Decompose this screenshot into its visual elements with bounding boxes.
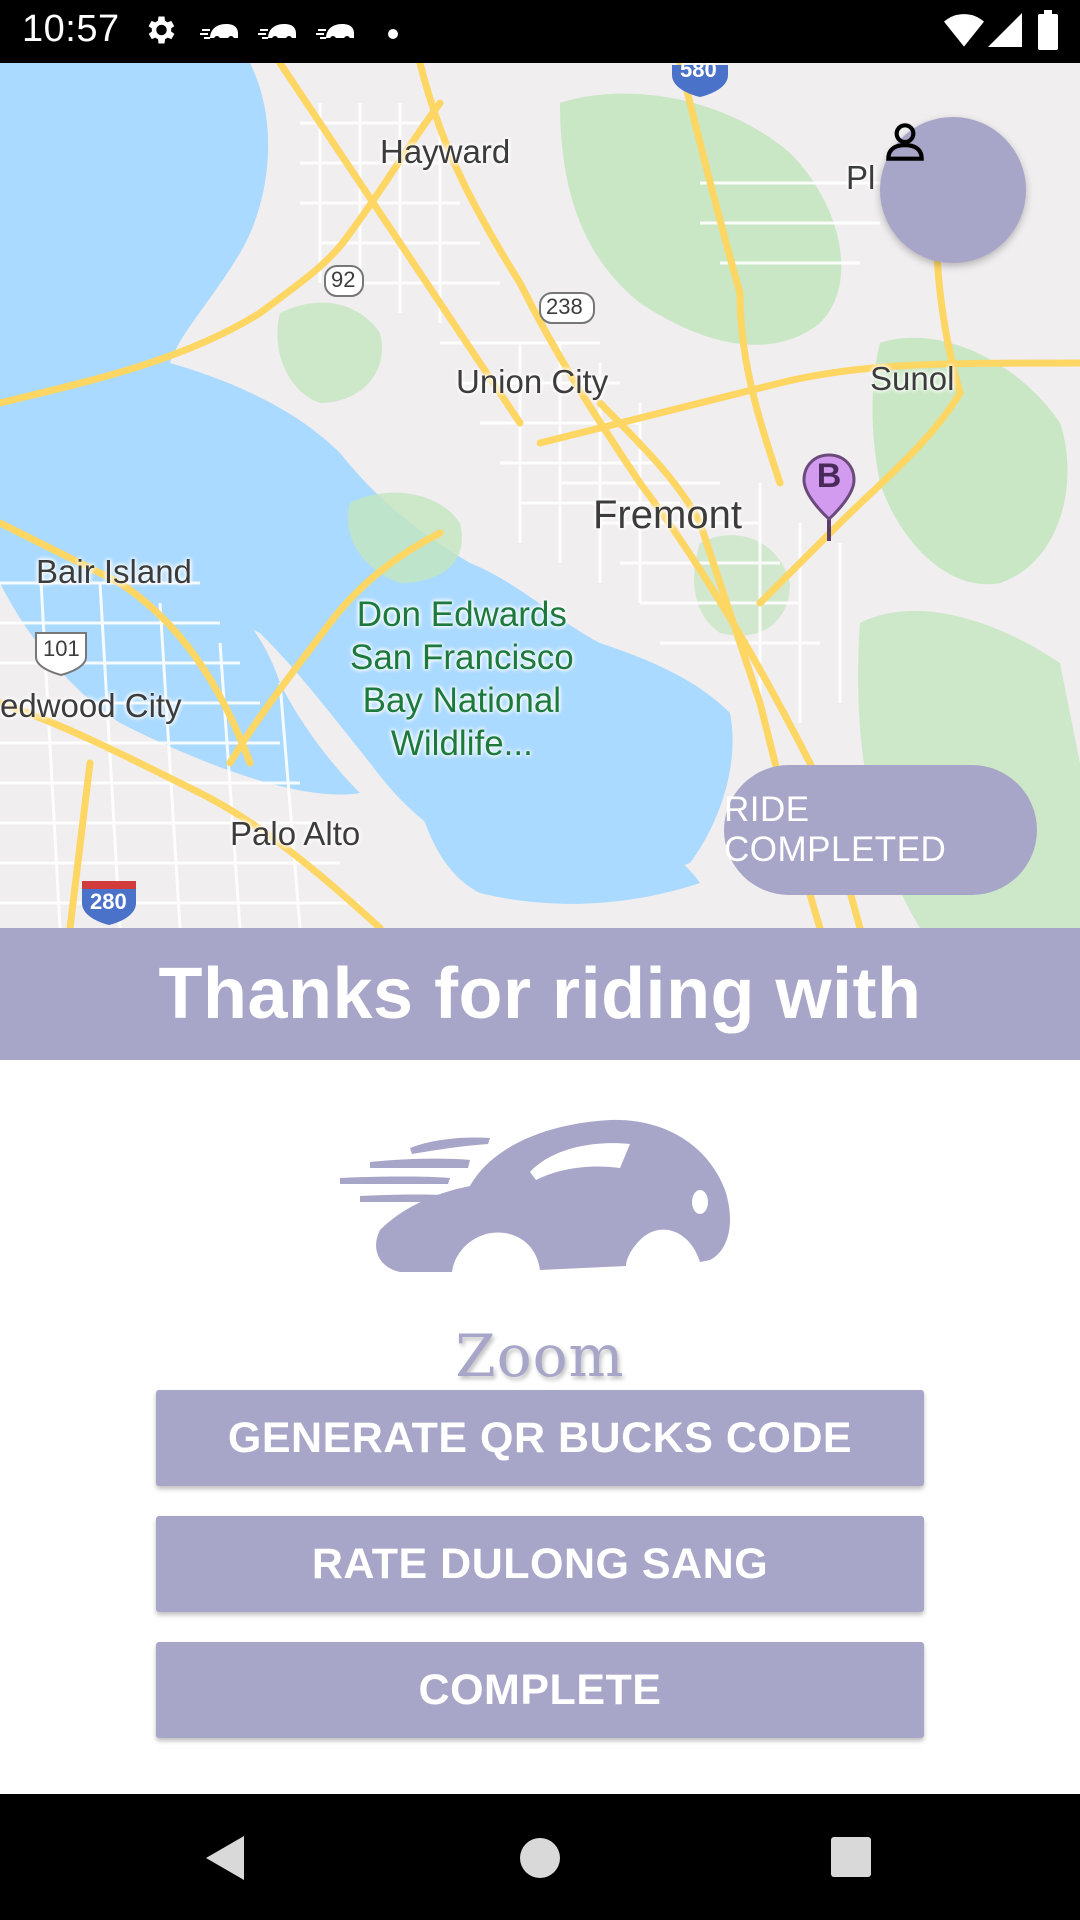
ride-completed-button[interactable]: RIDE COMPLETED	[724, 765, 1037, 895]
map-label-union-city: Union City	[456, 363, 609, 400]
home-icon[interactable]	[518, 1836, 562, 1885]
car-logo-icon	[340, 1119, 730, 1293]
cell-signal-icon	[988, 12, 1022, 53]
status-time: 10:57	[22, 8, 120, 50]
destination-marker[interactable]: B	[802, 453, 856, 543]
battery-icon	[1038, 10, 1058, 55]
map-label-sunol: Sunol	[870, 360, 955, 397]
map-label-fremont: Fremont	[593, 493, 742, 537]
car-icon	[258, 18, 298, 49]
recents-icon[interactable]	[830, 1836, 872, 1883]
rate-driver-button[interactable]: RATE DULONG SANG	[156, 1516, 924, 1612]
map-label-park: Don Edwards San Francisco Bay National W…	[350, 593, 574, 765]
thanks-banner: Thanks for riding with	[0, 928, 1080, 1060]
gear-icon	[142, 12, 178, 53]
route-92-label: 92	[331, 267, 356, 292]
park-line-2: San Francisco	[350, 638, 574, 677]
map-label-redwood-city: edwood City	[0, 687, 182, 724]
car-icon	[200, 18, 240, 49]
complete-button[interactable]: COMPLETE	[156, 1642, 924, 1738]
marker-letter: B	[816, 457, 842, 495]
zoom-wroom-logo: Zoom Wroom	[340, 1110, 740, 1458]
park-line-4: Wildlife...	[390, 724, 533, 763]
person-icon	[886, 123, 924, 161]
dot-icon	[388, 26, 398, 44]
map-label-hayward: Hayward	[380, 133, 511, 170]
generate-qr-bucks-code-button[interactable]: GENERATE QR BUCKS CODE	[156, 1390, 924, 1486]
route-580-label: 580	[680, 63, 717, 82]
back-icon[interactable]	[204, 1834, 248, 1887]
wifi-icon	[944, 12, 984, 53]
park-line-3: Bay National	[362, 681, 562, 720]
map-label-bair-island: Bair Island	[36, 553, 192, 590]
route-238-label: 238	[546, 294, 583, 319]
car-icon	[316, 18, 356, 49]
profile-button[interactable]	[880, 117, 1026, 263]
status-bar: 10:57	[0, 0, 1080, 63]
park-line-1: Don Edwards	[356, 595, 567, 634]
map-label-palo-alto: Palo Alto	[230, 815, 361, 852]
route-101-label: 101	[43, 636, 80, 661]
map-label-pleasanton: Pl	[846, 159, 876, 196]
thanks-text: Thanks for riding with	[158, 954, 922, 1034]
map-view[interactable]: 580 92 238 101 280 Hayward Union City Fr…	[0, 63, 1080, 928]
navigation-bar	[0, 1794, 1080, 1920]
route-280-label: 280	[90, 889, 127, 914]
ride-summary-panel: Zoom Wroom GENERATE QR BUCKS CODE RATE D…	[0, 1060, 1080, 1794]
